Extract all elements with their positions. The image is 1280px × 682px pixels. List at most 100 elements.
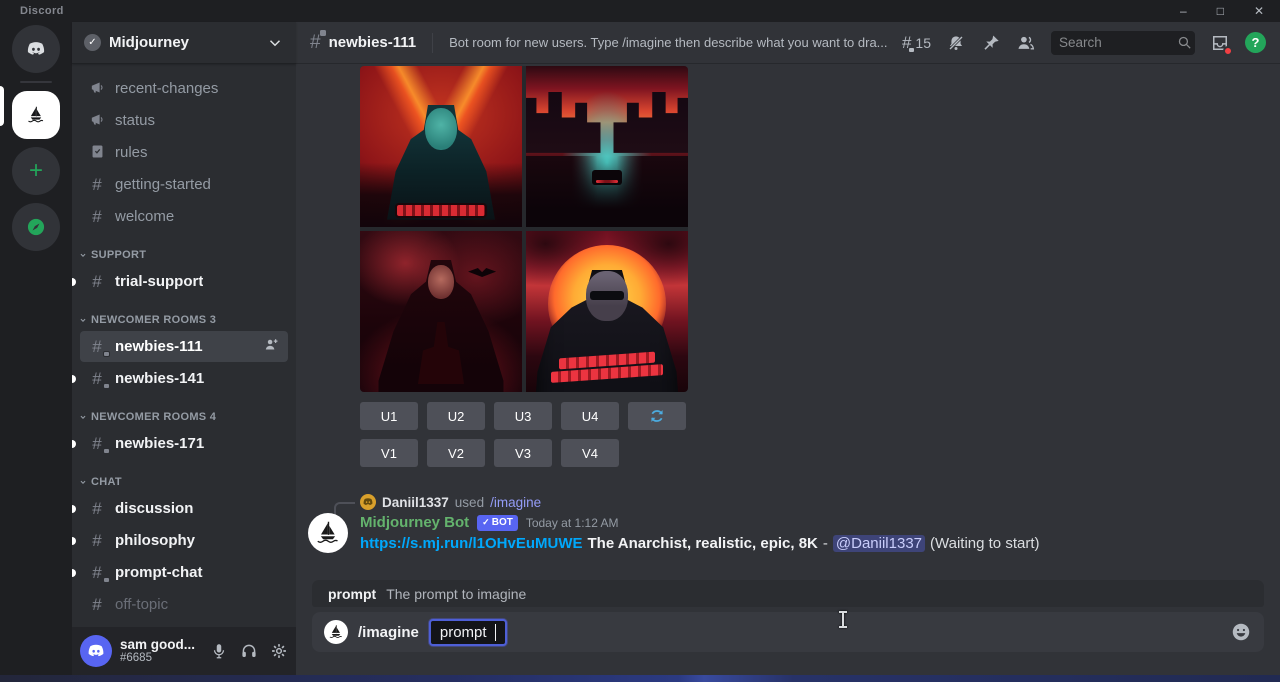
home-button[interactable]: [12, 25, 60, 73]
user-mention[interactable]: @Daniil1337: [833, 535, 925, 552]
compass-icon: [25, 216, 47, 238]
channel-type-icon: #: [88, 532, 106, 549]
sidebar-channel-discussion[interactable]: # discussion: [80, 493, 288, 524]
server-header-dropdown[interactable]: ✓ Midjourney: [72, 22, 296, 64]
sidebar-channel-newbies-171[interactable]: # newbies-171: [80, 428, 288, 459]
interaction-line: Daniil1337 used /imagine: [360, 494, 541, 510]
art-shape: [592, 170, 622, 185]
search-box: [1051, 31, 1195, 55]
close-icon[interactable]: ✕: [1254, 0, 1264, 22]
channel-section-header[interactable]: Newcomer Rooms 3: [72, 298, 296, 330]
inbox-button[interactable]: [1210, 33, 1230, 53]
upscale-button-u3[interactable]: U3: [494, 402, 552, 430]
sidebar-channel-off-topic[interactable]: # off-topic: [80, 589, 288, 620]
sidebar-channel-rules[interactable]: rules: [80, 137, 288, 168]
username: sam good...: [120, 637, 195, 653]
interaction-action: used: [455, 495, 484, 510]
sailboat-icon: [313, 518, 343, 548]
user-discriminator: #6685: [120, 652, 195, 665]
threads-button[interactable]: # 15: [902, 34, 931, 51]
channel-type-icon: [88, 111, 106, 131]
channel-type-icon: [88, 79, 106, 99]
message-status: (Waiting to start): [930, 535, 1039, 552]
sidebar-channel-newbies-111[interactable]: # newbies-111: [80, 331, 288, 362]
emoji-picker-icon[interactable]: [1230, 621, 1252, 643]
art-shape: [468, 268, 496, 277]
settings-gear-icon[interactable]: [270, 642, 288, 660]
prompt-option-value: prompt: [440, 624, 487, 641]
mic-icon[interactable]: [210, 642, 228, 660]
variation-button-v1[interactable]: V1: [360, 439, 418, 467]
user-info[interactable]: sam good... #6685: [120, 637, 195, 666]
generated-image-2[interactable]: [526, 66, 688, 227]
generated-image-grid[interactable]: [360, 66, 688, 392]
upscale-button-u4[interactable]: U4: [561, 402, 619, 430]
reroll-icon: [648, 407, 666, 425]
channel-type-icon: #: [88, 596, 106, 613]
generated-image-4[interactable]: [526, 231, 688, 392]
variation-button-v4[interactable]: V4: [561, 439, 619, 467]
sidebar-channel-recent-changes[interactable]: recent-changes: [80, 73, 288, 104]
explore-servers-button[interactable]: [12, 203, 60, 251]
channel-section-header[interactable]: Newcomer Rooms 4: [72, 395, 296, 427]
member-list-icon[interactable]: [1016, 33, 1036, 53]
command-bot-avatar: [324, 620, 348, 644]
maximize-icon[interactable]: □: [1217, 0, 1224, 22]
upscale-button-u1[interactable]: U1: [360, 402, 418, 430]
channel-hash-icon: #: [310, 33, 321, 52]
pinned-messages-icon[interactable]: [981, 33, 1001, 53]
notifications-muted-icon[interactable]: [946, 33, 966, 53]
headphones-icon[interactable]: [240, 642, 258, 660]
channel-section-header[interactable]: Support: [72, 233, 296, 265]
message-content: https://s.mj.run/l1OHvEuMUWE The Anarchi…: [360, 535, 1039, 552]
interaction-command[interactable]: /imagine: [490, 495, 541, 510]
generated-image-3[interactable]: [360, 231, 522, 392]
help-button[interactable]: ?: [1245, 32, 1266, 53]
channel-type-icon: #: [88, 338, 106, 355]
search-input[interactable]: [1059, 35, 1176, 50]
message-composer[interactable]: /imagine prompt: [312, 612, 1264, 652]
minimize-icon[interactable]: –: [1180, 0, 1187, 22]
rail-divider: [20, 81, 52, 83]
search-icon: [1176, 34, 1193, 51]
bot-author-name[interactable]: Midjourney Bot: [360, 514, 469, 531]
interaction-username[interactable]: Daniil1337: [382, 495, 449, 510]
avatar[interactable]: [308, 513, 348, 553]
server-button-midjourney[interactable]: [12, 91, 60, 139]
window-title: Discord: [20, 5, 64, 17]
channel-type-icon: #: [88, 208, 106, 225]
selected-server-pill: [0, 86, 4, 126]
upscale-button-u2[interactable]: U2: [427, 402, 485, 430]
message-separator: -: [823, 535, 828, 552]
variation-button-v2[interactable]: V2: [427, 439, 485, 467]
prompt-option-input[interactable]: prompt: [429, 619, 507, 646]
art-shape: [428, 265, 454, 299]
sidebar-channel-status[interactable]: status: [80, 105, 288, 136]
create-invite-icon[interactable]: [263, 336, 280, 357]
discord-logo-icon: [25, 38, 47, 60]
server-rail: +: [0, 22, 72, 675]
verified-badge-icon: ✓: [84, 34, 101, 51]
sidebar-channel-newbies-141[interactable]: # newbies-141: [80, 363, 288, 394]
variation-button-v3[interactable]: V3: [494, 439, 552, 467]
inbox-unread-dot: [1223, 46, 1233, 56]
header-divider: [432, 33, 433, 53]
sidebar-channel-getting-started[interactable]: # getting-started: [80, 169, 288, 200]
sidebar-channel-trial-support[interactable]: # trial-support: [80, 266, 288, 297]
sidebar-channel-welcome[interactable]: # welcome: [80, 201, 288, 232]
sidebar-channel-prompt-chat[interactable]: # prompt-chat: [80, 557, 288, 588]
avatar[interactable]: [360, 494, 376, 510]
channel-section-header[interactable]: Chat: [72, 460, 296, 492]
generated-image-1[interactable]: [360, 66, 522, 227]
art-shape: [526, 92, 601, 153]
option-description: The prompt to imagine: [386, 586, 526, 602]
sidebar-channel-philosophy[interactable]: # philosophy: [80, 525, 288, 556]
message-timestamp: Today at 1:12 AM: [526, 516, 619, 530]
avatar[interactable]: [80, 635, 112, 667]
channel-topic[interactable]: Bot room for new users. Type /imagine th…: [449, 35, 887, 50]
channel-type-icon: #: [88, 273, 106, 290]
message-link[interactable]: https://s.mj.run/l1OHvEuMUWE: [360, 535, 583, 552]
server-name: Midjourney: [109, 34, 189, 51]
reroll-button[interactable]: [628, 402, 686, 430]
add-server-button[interactable]: +: [12, 147, 60, 195]
